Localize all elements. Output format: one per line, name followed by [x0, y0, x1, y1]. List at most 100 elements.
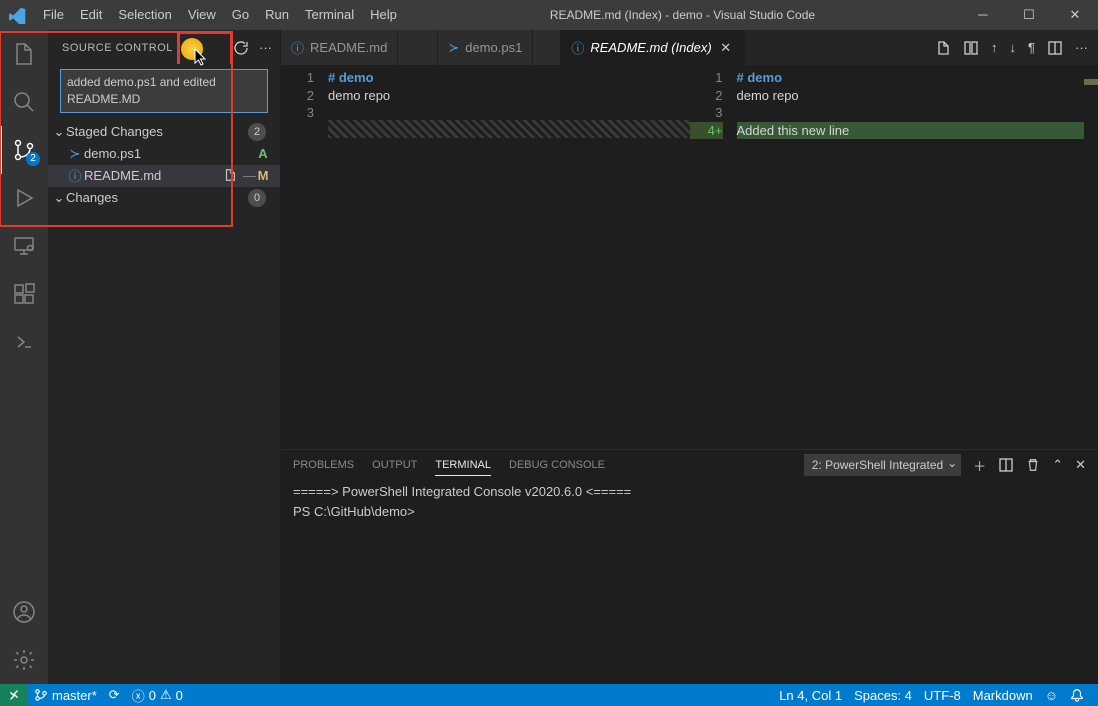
- status-letter: M: [256, 168, 270, 183]
- diff-sidebyside-icon[interactable]: [963, 40, 979, 56]
- status-sync[interactable]: ⟳: [103, 684, 126, 706]
- status-bar: master* ⟳ ⓧ0 ⚠0 Ln 4, Col 1 Spaces: 4 UT…: [0, 684, 1098, 706]
- activity-source-control[interactable]: 2: [0, 126, 48, 174]
- activity-accounts[interactable]: [0, 588, 48, 636]
- window-controls: ─ ☐ ✕: [960, 0, 1098, 30]
- activity-run[interactable]: [0, 174, 48, 222]
- menu-selection[interactable]: Selection: [110, 0, 179, 30]
- menu-run[interactable]: Run: [257, 0, 297, 30]
- menu-edit[interactable]: Edit: [72, 0, 110, 30]
- tab-label: README.md: [310, 40, 387, 55]
- staged-item-demo-ps1[interactable]: ≻ demo.ps1 A: [48, 143, 280, 165]
- status-encoding[interactable]: UTF-8: [918, 684, 967, 706]
- chevron-down-icon: ⌄: [52, 124, 66, 140]
- diff-right-pane[interactable]: 1234+ # demo demo repo Added this new li…: [690, 65, 1098, 449]
- sidebar-title: SOURCE CONTROL: [62, 42, 189, 54]
- previous-change-icon[interactable]: ↑: [991, 40, 998, 55]
- minimize-button[interactable]: ─: [960, 0, 1006, 30]
- maximize-button[interactable]: ☐: [1006, 0, 1052, 30]
- split-terminal-icon[interactable]: [998, 457, 1014, 473]
- menu-terminal[interactable]: Terminal: [297, 0, 362, 30]
- status-letter: A: [256, 146, 270, 161]
- activity-explorer[interactable]: [0, 30, 48, 78]
- gutter: 1234+: [690, 65, 737, 449]
- panel-tab-output[interactable]: OUTPUT: [372, 455, 417, 475]
- activity-bar: 2: [0, 30, 48, 684]
- window-title: README.md (Index) - demo - Visual Studio…: [405, 8, 960, 22]
- staged-item-readme[interactable]: ⓘ README.md — M: [48, 165, 280, 187]
- section-staged-changes[interactable]: ⌄ Staged Changes 2: [48, 121, 280, 143]
- new-terminal-icon[interactable]: ＋: [973, 456, 986, 475]
- info-file-icon: ⓘ: [66, 166, 84, 185]
- file-name: demo.ps1: [84, 146, 256, 161]
- activity-extensions[interactable]: [0, 270, 48, 318]
- file-name: README.md: [84, 168, 223, 183]
- activity-search[interactable]: [0, 78, 48, 126]
- close-button[interactable]: ✕: [1052, 0, 1098, 30]
- tab-readme-index[interactable]: ⓘ README.md (Index) ✕: [561, 30, 744, 65]
- status-spaces[interactable]: Spaces: 4: [848, 684, 918, 706]
- diff-editor[interactable]: 123 # demo demo repo 1234+ # demo demo r…: [281, 65, 1098, 449]
- tab-label: demo.ps1: [465, 40, 522, 55]
- close-panel-icon[interactable]: ✕: [1075, 457, 1086, 473]
- whitespace-icon[interactable]: ¶: [1028, 40, 1035, 55]
- bottom-panel: PROBLEMS OUTPUT TERMINAL DEBUG CONSOLE 2…: [281, 449, 1098, 684]
- more-icon[interactable]: ···: [1075, 40, 1088, 55]
- tab-demo-ps1[interactable]: ≻ demo.ps1: [438, 30, 533, 65]
- chevron-down-icon: ⌄: [52, 190, 66, 206]
- menu-bar: File Edit Selection View Go Run Terminal…: [35, 0, 405, 30]
- activity-remote-explorer[interactable]: [0, 222, 48, 270]
- activity-powershell[interactable]: [0, 318, 48, 366]
- menu-help[interactable]: Help: [362, 0, 405, 30]
- terminal-body[interactable]: =====> PowerShell Integrated Console v20…: [281, 480, 1098, 684]
- refresh-icon[interactable]: [233, 40, 249, 56]
- tab-readme[interactable]: ⓘ README.md: [281, 30, 398, 65]
- section-changes[interactable]: ⌄ Changes 0: [48, 187, 280, 209]
- status-feedback-icon[interactable]: ☺: [1039, 684, 1064, 706]
- menu-view[interactable]: View: [180, 0, 224, 30]
- powershell-icon: ≻: [448, 40, 459, 56]
- status-notifications-icon[interactable]: [1064, 684, 1090, 706]
- status-line-col[interactable]: Ln 4, Col 1: [773, 684, 848, 706]
- panel-tab-problems[interactable]: PROBLEMS: [293, 455, 354, 475]
- menu-go[interactable]: Go: [224, 0, 257, 30]
- cursor-arrow-icon: [194, 48, 208, 66]
- sidebar-header: SOURCE CONTROL ···: [48, 30, 280, 65]
- section-count: 0: [248, 189, 266, 207]
- powershell-file-icon: ≻: [66, 146, 84, 162]
- panel-tab-terminal[interactable]: TERMINAL: [435, 455, 491, 476]
- maximize-panel-icon[interactable]: ⌃: [1052, 457, 1063, 473]
- editor-area: ⓘ README.md ≻ demo.ps1 ⓘ README.md (Inde…: [281, 30, 1098, 684]
- commit-message-input[interactable]: added demo.ps1 and edited README.MD: [60, 69, 268, 113]
- section-label: Changes: [66, 190, 248, 205]
- vscode-logo-icon: [0, 7, 35, 24]
- split-editor-icon[interactable]: [1047, 40, 1063, 56]
- sidebar: SOURCE CONTROL ··· added demo.ps1 and ed…: [48, 30, 281, 684]
- tabs-row: ⓘ README.md ≻ demo.ps1 ⓘ README.md (Inde…: [281, 30, 1098, 65]
- terminal-selector[interactable]: 2: PowerShell Integrated: [804, 454, 961, 476]
- status-language[interactable]: Markdown: [967, 684, 1039, 706]
- titlebar: File Edit Selection View Go Run Terminal…: [0, 0, 1098, 30]
- more-icon[interactable]: ···: [259, 40, 272, 55]
- next-change-icon[interactable]: ↓: [1010, 40, 1017, 55]
- unstage-icon[interactable]: —: [243, 168, 256, 183]
- code: # demo demo repo Added this new line: [737, 65, 1085, 449]
- gutter: 123: [281, 65, 328, 449]
- diff-left-pane[interactable]: 123 # demo demo repo: [281, 65, 690, 449]
- remote-button[interactable]: [0, 684, 28, 706]
- section-count: 2: [248, 123, 266, 141]
- info-icon: ⓘ: [571, 38, 584, 57]
- activity-settings[interactable]: [0, 636, 48, 684]
- status-errors-warnings[interactable]: ⓧ0 ⚠0: [126, 684, 189, 706]
- open-file-icon[interactable]: [935, 40, 951, 56]
- panel-tab-debugconsole[interactable]: DEBUG CONSOLE: [509, 455, 605, 475]
- panel-tabs: PROBLEMS OUTPUT TERMINAL DEBUG CONSOLE 2…: [281, 450, 1098, 480]
- open-file-icon[interactable]: [223, 168, 237, 183]
- kill-terminal-icon[interactable]: [1026, 457, 1040, 473]
- status-branch[interactable]: master*: [28, 684, 103, 706]
- tab-label: README.md (Index): [590, 40, 711, 55]
- menu-file[interactable]: File: [35, 0, 72, 30]
- scm-badge: 2: [26, 152, 40, 166]
- close-icon[interactable]: ✕: [718, 40, 734, 56]
- overview-ruler[interactable]: [1084, 65, 1098, 449]
